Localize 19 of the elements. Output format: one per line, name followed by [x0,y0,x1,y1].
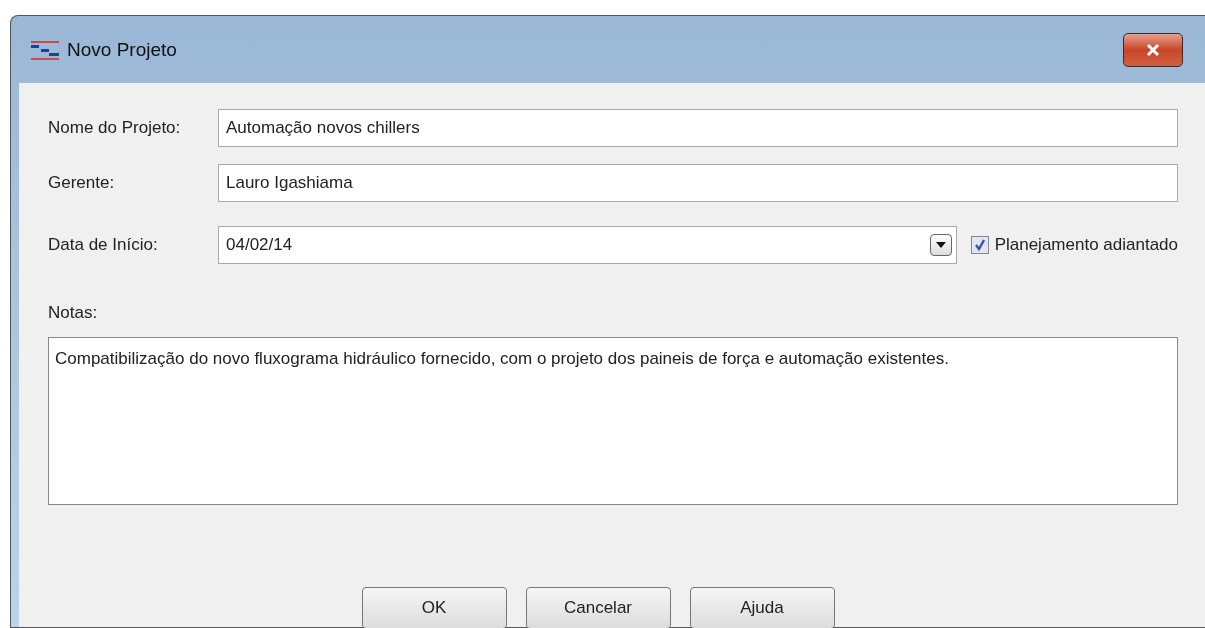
caret-icon [935,242,946,248]
date-field[interactable]: 04/02/14 [218,226,957,264]
window-title: Novo Projeto [67,38,177,61]
close-button[interactable] [1123,32,1183,67]
notes-field[interactable]: Compatibilização do novo fluxograma hidráulico fornecido, com o projeto dos paineis de força e automação existentes. [48,337,1178,505]
notes-label: Notas: [48,303,99,323]
dialog-button[interactable]: Ajuda [689,587,835,628]
field-label: Data de Início: [48,235,159,255]
dropdown-button[interactable] [929,234,952,256]
app-icon [31,38,59,61]
dialog-button[interactable]: OK [361,587,507,628]
field-label: Gerente: [48,173,116,193]
close-icon [1145,42,1161,57]
text-field[interactable]: Lauro Igashiama [218,164,1178,202]
field-label: Nome do Projeto: [48,118,182,138]
checkbox-label: Planejamento adiantado [994,235,1178,255]
text-field[interactable]: Automação novos chillers [218,109,1178,147]
dialog-button[interactable]: Cancelar [525,587,671,628]
checkbox[interactable] [970,236,989,254]
